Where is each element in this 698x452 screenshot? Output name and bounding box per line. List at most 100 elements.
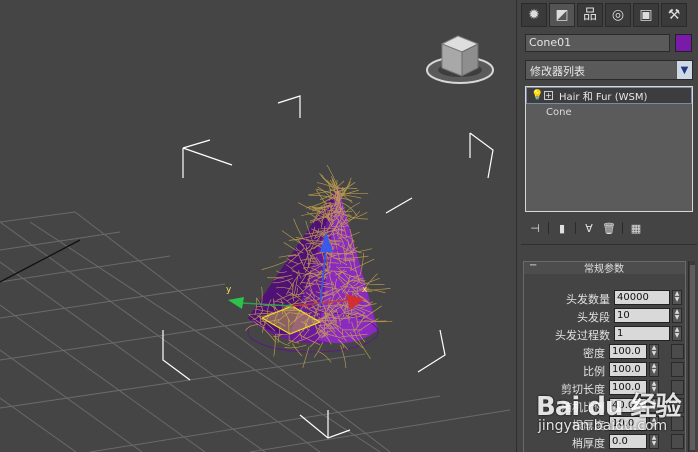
modifier-stack-toolbar: ⊣ ▮ ∀ 🗑 ▦ <box>525 220 693 236</box>
param-value-field[interactable]: 100.0 <box>609 380 647 395</box>
spinner-arrows-icon[interactable]: ▲ ▼ <box>672 326 682 341</box>
param-row: 比例 100.0 ▲ ▼ <box>524 362 686 378</box>
spinner-arrows-icon[interactable]: ▲ ▼ <box>649 380 659 395</box>
stack-item-label: Hair 和 Fur (WSM) <box>559 92 648 103</box>
modify-icon: ◩ <box>555 7 569 23</box>
stack-item-cone[interactable]: Cone <box>526 104 692 121</box>
stack-item-label: Cone <box>546 107 572 118</box>
rollout-title: 常规参数 <box>584 264 624 275</box>
pin-stack-icon-glyph: ⊣ <box>530 221 540 235</box>
motion-icon: ◎ <box>611 7 625 23</box>
modifier-list-dropdown[interactable]: 修改器列表 ▼ <box>525 60 693 80</box>
map-button[interactable] <box>671 362 684 377</box>
map-button[interactable] <box>671 416 684 431</box>
modify-tab[interactable]: ◩ <box>549 3 575 27</box>
param-value-field[interactable]: 1 <box>614 326 670 341</box>
sun-icon: ✹ <box>528 7 540 23</box>
fur-strand <box>283 242 298 252</box>
x-axis-label: x <box>362 285 368 295</box>
ground-grid <box>0 211 511 452</box>
panel-divider <box>521 244 697 245</box>
create-tab[interactable]: ✹ <box>521 3 547 27</box>
modifier-stack[interactable]: 💡 + Hair 和 Fur (WSM) Cone <box>525 86 693 212</box>
param-value-field[interactable]: 40.0 <box>609 398 647 413</box>
hierarchy-tab[interactable]: 品 <box>577 3 603 27</box>
viewcube[interactable] <box>426 35 494 84</box>
param-value-field[interactable]: 0.0 <box>609 434 647 449</box>
utilities-icon: ⚒ <box>667 7 681 23</box>
fur-strand <box>261 286 263 306</box>
toolbar-separator <box>548 222 549 234</box>
param-label: 头发段 <box>577 311 610 324</box>
fur-strand <box>292 343 303 357</box>
app-window: y x ✹ ◩ 品 ◎ ▣ ⚒ Cone01 修改器列表 ▼ 💡 + Hair … <box>0 0 698 452</box>
param-row: 头发段 10 ▲ ▼ <box>524 308 686 324</box>
lightbulb-icon[interactable]: 💡 <box>531 90 543 101</box>
spinner-arrows-icon[interactable]: ▲ ▼ <box>672 290 682 305</box>
param-value-field[interactable]: 10 <box>614 308 670 323</box>
param-row: 随机比例 40.0 ▲ ▼ <box>524 398 686 414</box>
spinner-arrows-icon[interactable]: ▲ ▼ <box>649 362 659 377</box>
scrollbar-thumb[interactable] <box>690 265 695 450</box>
rollout-header[interactable]: − 常规参数 <box>524 260 685 275</box>
toolbar-separator <box>575 222 576 234</box>
remove-modifier-icon[interactable]: 🗑 <box>599 220 619 236</box>
spinner-arrows-icon[interactable]: ▲ ▼ <box>672 308 682 323</box>
spinner-arrows-icon[interactable]: ▲ ▼ <box>649 398 659 413</box>
param-row: 密度 100.0 ▲ ▼ <box>524 344 686 360</box>
param-label: 剪切长度 <box>561 383 605 396</box>
param-row: 根厚度 10.0 ▲ ▼ <box>524 416 686 432</box>
spinner-arrows-icon[interactable]: ▲ ▼ <box>649 344 659 359</box>
show-end-result-icon-glyph: ▮ <box>558 221 566 235</box>
remove-modifier-icon-glyph: 🗑 <box>602 221 616 235</box>
fur-strand <box>302 346 310 368</box>
param-label: 头发数量 <box>566 293 610 306</box>
object-name-field[interactable]: Cone01 <box>525 34 670 52</box>
expand-plus-icon[interactable]: + <box>544 91 553 100</box>
command-panel-tabs: ✹ ◩ 品 ◎ ▣ ⚒ <box>521 3 697 27</box>
spinner-arrows-icon[interactable]: ▲ ▼ <box>649 416 659 431</box>
hierarchy-icon: 品 <box>583 7 597 23</box>
param-value-field[interactable]: 100.0 <box>609 362 647 377</box>
chevron-down-icon[interactable]: ▼ <box>676 61 692 79</box>
general-parameters-rollout: − 常规参数 头发数量 40000 ▲ ▼ 头发段 10 ▲ ▼ 头发过程数 1 ▲ ▼ 密度 100.0… <box>523 260 686 452</box>
param-label: 根厚度 <box>572 419 605 432</box>
motion-tab[interactable]: ◎ <box>605 3 631 27</box>
param-value-field[interactable]: 10.0 <box>609 416 647 431</box>
display-tab[interactable]: ▣ <box>633 3 659 27</box>
display-icon: ▣ <box>639 7 653 23</box>
utilities-tab[interactable]: ⚒ <box>661 3 687 27</box>
y-axis-label: y <box>226 285 232 295</box>
param-row: 剪切长度 100.0 ▲ ▼ <box>524 380 686 396</box>
perspective-viewport[interactable]: y x <box>0 0 516 452</box>
configure-sets-icon[interactable]: ▦ <box>626 220 646 236</box>
make-unique-icon-glyph: ∀ <box>585 221 593 235</box>
param-label: 密度 <box>583 347 605 360</box>
make-unique-icon[interactable]: ∀ <box>579 220 599 236</box>
panel-scrollbar[interactable] <box>688 261 695 452</box>
stack-item-hair-fur[interactable]: 💡 + Hair 和 Fur (WSM) <box>526 87 692 104</box>
pin-stack-icon[interactable]: ⊣ <box>525 220 545 236</box>
param-value-field[interactable]: 100.0 <box>609 344 647 359</box>
command-panel: ✹ ◩ 品 ◎ ▣ ⚒ Cone01 修改器列表 ▼ 💡 + Hair 和 Fu… <box>516 0 698 452</box>
modifier-list-label: 修改器列表 <box>530 65 585 78</box>
spinner-arrows-icon[interactable]: ▲ ▼ <box>649 434 659 449</box>
map-button[interactable] <box>671 434 684 449</box>
param-label: 梢厚度 <box>572 437 605 450</box>
param-row: 梢厚度 0.0 ▲ ▼ <box>524 434 686 450</box>
object-color-swatch[interactable] <box>675 34 692 52</box>
map-button[interactable] <box>671 398 684 413</box>
map-button[interactable] <box>671 344 684 359</box>
param-label: 随机比例 <box>561 401 605 414</box>
viewport-canvas[interactable]: y x <box>0 0 516 452</box>
param-label: 头发过程数 <box>555 329 610 342</box>
param-value-field[interactable]: 40000 <box>614 290 670 305</box>
param-row: 头发数量 40000 ▲ ▼ <box>524 290 686 306</box>
show-end-result-icon[interactable]: ▮ <box>552 220 572 236</box>
param-label: 比例 <box>583 365 605 378</box>
fur-strand <box>337 180 345 187</box>
collapse-icon[interactable]: − <box>529 260 537 271</box>
y-axis-arrow[interactable] <box>228 297 244 309</box>
configure-sets-icon-glyph: ▦ <box>630 221 642 235</box>
map-button[interactable] <box>671 380 684 395</box>
